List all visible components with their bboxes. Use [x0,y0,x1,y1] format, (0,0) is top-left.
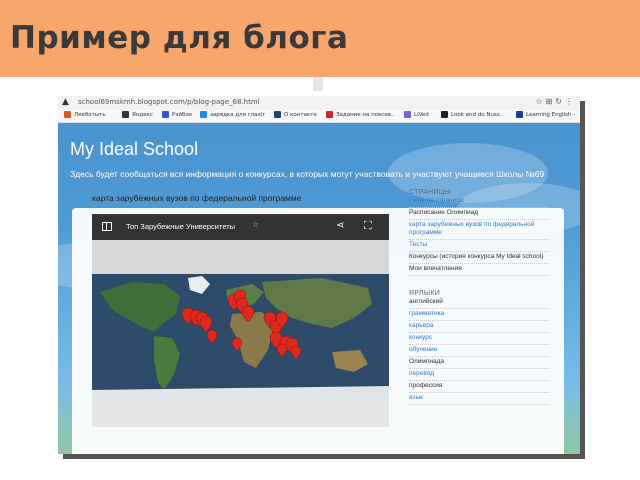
bookmark-item[interactable]: Лекботыть [64,111,106,118]
sidebar-label-link-7[interactable]: профессия [409,381,549,393]
fullscreen-icon[interactable]: ⛶ [364,219,372,233]
bookmark-favicon [64,111,71,118]
sidebar-labels-list: английский грамматика карьера конкурс обучен… [409,297,549,405]
sidebar-label-link-2[interactable]: карьера [409,321,549,333]
sidebar-label-link-8[interactable]: язык [409,393,549,405]
address-bar[interactable]: ▲ school69mskmh.blogspot.com/p/blog-page… [58,96,580,110]
bookmark-star-icon[interactable]: ☆ [535,97,545,106]
share-icon[interactable]: ⋖ [336,220,344,231]
sidebar-pages-heading: СТРАНИЦЫ [409,189,451,196]
browser-screenshot: ▲ school69mskmh.blogspot.com/p/blog-page… [58,96,580,454]
bookmarks-bar: Лекботыть Яндекс Рэйбзи зарядка для глаз… [58,110,580,123]
map-footer [92,400,389,427]
bookmark-favicon [162,111,169,118]
sidebar-page-link-0[interactable]: Главная страница [409,196,549,208]
blog-title[interactable]: My Ideal School [70,139,198,160]
sidebar-label-link-6[interactable]: перевод [409,369,549,381]
bookmark-item[interactable]: Яндекс [122,111,153,118]
toolbar-icons[interactable]: ☆⊞↻⋮ [535,97,576,106]
bookmark-favicon [516,111,523,118]
map-panel-icon[interactable] [102,222,112,231]
bookmark-favicon [122,111,129,118]
sidebar-label-link-1[interactable]: грамматика [409,309,549,321]
star-icon[interactable]: ☆ [252,220,259,229]
sidebar-page-link-3[interactable]: Тесты [409,240,549,252]
bookmark-item[interactable]: зарядка для глаз(г [200,111,265,118]
sidebar-label-link-0[interactable]: английский [409,297,549,309]
bookmark-item[interactable]: Look and do Nuss.. [441,111,503,118]
bookmark-item[interactable]: Задание на повсев.. [326,111,394,118]
bookmark-item[interactable]: LiVed [404,111,429,118]
slide-title: Пример для блога [10,20,349,56]
bookmark-item[interactable]: О контакте [274,111,317,118]
sidebar-pages-list: Главная страница Расписание Олимпиад карта… [409,196,549,276]
map-title[interactable]: Топ Зарубежные Университеты [126,222,235,231]
post-title: карта зарубежных вузов по федеральной пр… [92,193,302,203]
url-text[interactable]: school69mskmh.blogspot.com/p/blog-page_6… [78,98,260,106]
sidebar-page-link-5[interactable]: Мои впечатления [409,264,549,276]
bookmark-item[interactable]: Рэйбзи [162,111,192,118]
slide-header: Пример для блога [0,0,640,77]
sidebar-labels-heading: ЯРЛЫКИ [409,290,441,297]
map-viewport[interactable] [92,240,389,427]
sidebar-label-link-4[interactable]: обучение [409,345,549,357]
blog-sidebar: СТРАНИЦЫ Главная страница Расписание Олим… [409,189,549,405]
sidebar-page-link-4[interactable]: Конкурсы (история конкурса My Ideal scho… [409,252,549,264]
bookmark-favicon [274,111,281,118]
bookmark-favicon [441,111,448,118]
world-map[interactable] [92,274,389,400]
sidebar-page-link-1[interactable]: Расписание Олимпиад [409,208,549,220]
blog-description: Здесь будет сообщаться вся информация о … [70,169,545,179]
decorative-tab [313,77,323,91]
bookmark-favicon [326,111,333,118]
map-header: Топ Зарубежные Университеты ☆ ⋖ ⛶ [92,214,389,240]
sidebar-page-link-2[interactable]: карта зарубежных вузов по федеральной пр… [409,220,549,240]
embedded-map[interactable]: Топ Зарубежные Университеты ☆ ⋖ ⛶ [92,214,389,427]
sidebar-label-link-5[interactable]: Олимпиада [409,357,549,369]
bookmark-favicon [200,111,207,118]
extension-icon[interactable]: ⊞ [546,97,556,106]
warning-icon: ▲ [62,97,69,107]
sidebar-label-link-3[interactable]: конкурс [409,333,549,345]
menu-icon[interactable]: ⋮ [565,97,576,106]
bookmark-favicon [404,111,411,118]
refresh-icon[interactable]: ↻ [555,97,565,106]
bookmark-item[interactable]: Learning English - [516,111,575,118]
